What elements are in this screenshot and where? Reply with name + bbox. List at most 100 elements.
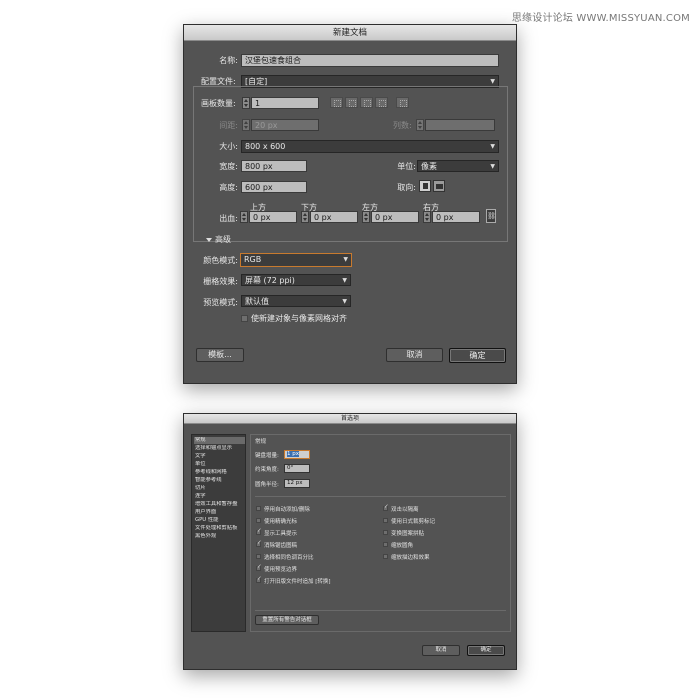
bleed-top-input[interactable]: 0 px [249,211,297,223]
keyboard-increment-input[interactable]: 1 px [284,450,310,459]
sidebar-item-smart-guides[interactable]: 智能参考线 [194,477,245,484]
sidebar-item-general[interactable]: 常规 [194,437,245,444]
sidebar-item-selection[interactable]: 选择和锚点显示 [194,445,245,452]
color-mode-select[interactable]: RGB ▼ [240,253,352,267]
arrange-by-column-icon[interactable] [375,97,388,108]
cancel-button[interactable]: 取消 [386,348,443,362]
link-icon[interactable]: ⛓ [486,209,496,223]
preview-label: 预览模式: [203,298,238,307]
sidebar-item-black[interactable]: 黑色外观 [194,533,245,540]
corner-radius-label: 圆角半径: [255,482,279,488]
option-checkbox-5[interactable] [256,564,262,571]
option-checkbox-1[interactable] [256,518,261,523]
sidebar-item-gpu[interactable]: GPU 性能 [194,517,245,524]
option-label-r2: 变换图案拼贴 [391,531,425,537]
chevron-down-icon: ▼ [490,163,495,170]
bleed-bottom-input[interactable]: 0 px [310,211,358,223]
bleed-right-stepper[interactable] [423,211,431,223]
spacing-stepper[interactable] [242,119,250,131]
width-input[interactable]: 800 px [241,160,307,172]
option-label-r1: 使用日式裁剪标记 [391,519,436,525]
bleed-bottom-stepper[interactable] [301,211,309,223]
artboards-label: 画板数量: [201,99,236,108]
sidebar-item-type[interactable]: 文字 [194,453,245,460]
option-checkbox-4[interactable] [256,554,261,559]
option-checkbox-r0[interactable] [383,504,389,511]
grid-by-column-icon[interactable] [345,97,358,108]
bleed-top-stepper[interactable] [240,211,248,223]
sidebar-item-hyphenation[interactable]: 连字 [194,493,245,500]
ok-button[interactable]: 确定 [467,645,505,656]
constrain-angle-label: 约束角度: [255,467,279,473]
arrange-by-row-icon[interactable] [360,97,373,108]
sidebar-item-plugins[interactable]: 增效工具和暂存盘 [194,501,245,508]
sidebar-item-file-handling[interactable]: 文件处理和剪贴板 [194,525,245,532]
templates-button[interactable]: 模板... [196,348,244,362]
constrain-angle-input[interactable]: 0° [284,464,310,473]
option-checkbox-r3[interactable] [383,542,388,547]
corner-radius-input[interactable]: 12 px [284,479,310,488]
bleed-right-input[interactable]: 0 px [432,211,480,223]
reset-warnings-button[interactable]: 重置所有警告对话框 [255,615,319,625]
option-checkbox-6[interactable] [256,576,262,583]
option-label-2: 显示工具提示 [264,531,298,537]
height-input[interactable]: 600 px [241,181,307,193]
keyboard-increment-value: 1 px [287,451,299,457]
option-checkbox-2[interactable] [256,528,262,535]
option-label-r0: 双击以隔离 [391,507,419,513]
preferences-sidebar: 常规 选择和锚点显示 文字 单位 参考线和网格 智能参考线 切片 连字 增效工具… [191,434,246,632]
new-document-dialog: 新建文档 名称: 汉堡包速食组合 配置文件: [自定] ▼ 画板数量: 1 间距… [183,24,517,384]
divider [255,610,506,611]
bleed-label: 出血: [219,214,238,223]
chevron-down-icon: ▼ [343,256,348,263]
option-label-0: 停用自动添加/删除 [264,507,310,513]
dialog-title: 新建文档 [184,25,516,41]
option-checkbox-0[interactable] [256,506,261,511]
portrait-icon[interactable] [419,180,431,192]
option-checkbox-r4[interactable] [383,554,388,559]
cancel-button[interactable]: 取消 [422,645,460,656]
artboards-input[interactable]: 1 [251,97,319,109]
spacing-label: 间距: [219,121,238,130]
disclosure-triangle-icon[interactable] [206,238,212,242]
columns-input[interactable] [425,119,495,131]
color-mode-label: 颜色模式: [203,256,238,265]
sidebar-item-units[interactable]: 单位 [194,461,245,468]
option-checkbox-3[interactable] [256,540,262,547]
columns-stepper[interactable] [416,119,424,131]
height-label: 高度: [219,183,238,192]
name-input[interactable]: 汉堡包速食组合 [241,54,499,67]
option-label-6: 打开旧版文件时追加 [转换] [264,579,331,585]
bleed-left-input[interactable]: 0 px [371,211,419,223]
align-pixel-checkbox[interactable] [241,315,248,322]
sidebar-item-guides-grid[interactable]: 参考线和网格 [194,469,245,476]
size-select[interactable]: 800 x 600 ▼ [241,140,499,153]
spacing-input[interactable]: 20 px [251,119,319,131]
option-checkbox-r1[interactable] [383,518,388,523]
watermark-text: 思缘设计论坛 WWW.MISSYUAN.COM [511,13,690,24]
sidebar-item-slices[interactable]: 切片 [194,485,245,492]
columns-label: 列数: [393,121,412,130]
width-label: 宽度: [219,162,238,171]
section-title: 常规 [255,439,267,445]
grid-by-row-icon[interactable] [330,97,343,108]
right-to-left-icon[interactable] [396,97,409,108]
bleed-left-stepper[interactable] [362,211,370,223]
sidebar-item-user-interface[interactable]: 用户界面 [194,509,245,516]
option-label-3: 消除锯齿图稿 [264,543,298,549]
option-label-5: 使用预览边界 [264,567,298,573]
align-pixel-label: 使新建对象与像素网格对齐 [251,314,347,323]
chevron-down-icon: ▼ [490,143,495,150]
artboards-stepper[interactable] [242,97,250,109]
keyboard-increment-label: 键盘增量: [255,453,279,459]
raster-select[interactable]: 屏幕 (72 ppi) ▼ [241,274,351,286]
divider [255,496,506,497]
option-checkbox-r2[interactable] [383,530,388,535]
preview-value: 默认值 [245,297,269,306]
preview-select[interactable]: 默认值 ▼ [241,295,351,307]
landscape-icon[interactable] [433,180,445,192]
ok-button[interactable]: 确定 [449,348,506,363]
advanced-label: 高级 [215,235,231,244]
size-value: 800 x 600 [245,142,286,151]
units-select[interactable]: 像素 ▼ [417,160,499,172]
